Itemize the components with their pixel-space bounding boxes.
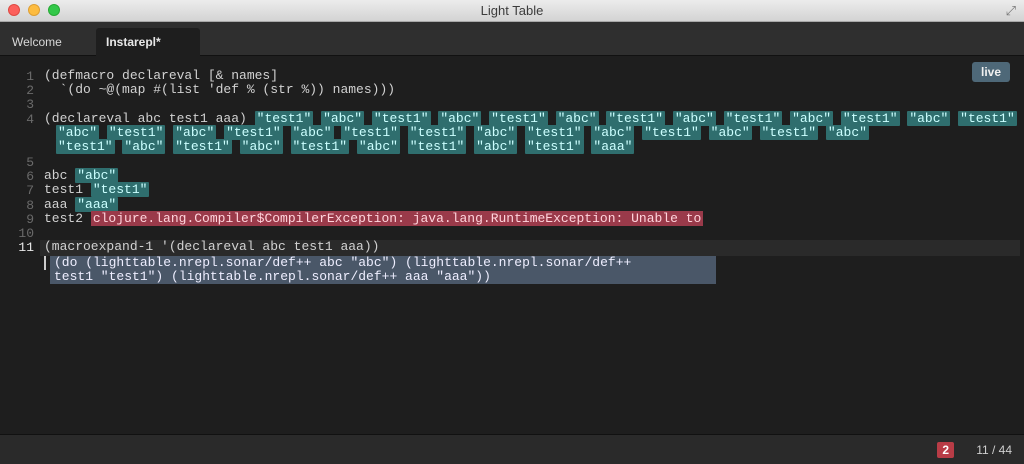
inline-result: "test1" xyxy=(489,111,548,126)
code-text: (declareval abc test1 aaa) xyxy=(44,111,247,126)
inline-result: "test1" xyxy=(759,125,819,140)
inline-result: "abc" xyxy=(438,111,482,126)
code-line-2: `(do ~@(map #(list 'def % (str %)) names… xyxy=(44,82,396,97)
code-line-9: test2 clojure.lang.Compiler$CompilerExce… xyxy=(44,211,704,226)
line-number: 10 xyxy=(18,226,34,241)
live-toggle-button[interactable]: live xyxy=(971,62,1010,82)
line-number: 5 xyxy=(26,155,34,170)
line-number: 3 xyxy=(26,97,34,112)
inline-result: "test1" xyxy=(642,125,701,140)
expansion-line: test1 "test1") (lighttable.nrepl.sonar/d… xyxy=(54,269,491,284)
inline-result: "abc" xyxy=(555,111,599,126)
inline-result: "abc" xyxy=(239,139,283,154)
code-line-11: (macroexpand-1 '(declareval abc test1 aa… xyxy=(44,239,380,254)
line-number-active: 11 xyxy=(18,240,34,255)
inline-result: "test1" xyxy=(407,125,467,140)
inline-result: "abc" xyxy=(474,125,518,140)
inline-result: "test1" xyxy=(407,139,467,154)
inline-result: "test1" xyxy=(525,125,584,140)
expansion-line: (do (lighttable.nrepl.sonar/def++ abc "a… xyxy=(54,255,632,270)
cursor-position: 11 / 44 xyxy=(976,443,1012,457)
inline-result: "test1" xyxy=(606,111,666,126)
inline-result: "test1" xyxy=(525,139,584,154)
inline-result: "abc" xyxy=(122,139,166,154)
line-number: 4 xyxy=(26,112,34,127)
inline-result: "abc" xyxy=(907,111,951,126)
inline-result: "abc" xyxy=(825,125,869,140)
inline-result: "abc" xyxy=(356,139,400,154)
inline-result: "test1" xyxy=(173,139,232,154)
fullscreen-icon[interactable]: ⤢ xyxy=(1006,3,1016,19)
inline-result: "abc" xyxy=(708,125,752,140)
tab-bar: Welcome Instarepl* xyxy=(0,22,1024,56)
inline-result: "abc" xyxy=(56,125,100,140)
inline-result: "test1" xyxy=(254,111,314,126)
tab-instarepl[interactable]: Instarepl* xyxy=(96,28,200,56)
inline-result: "aaa" xyxy=(591,139,635,154)
inline-result: "test1" xyxy=(723,111,783,126)
inline-result: "abc" xyxy=(672,111,716,126)
window-title: Light Table xyxy=(480,3,544,18)
inline-result: "abc" xyxy=(474,139,518,154)
inline-result: "test1" xyxy=(840,111,900,126)
text-cursor xyxy=(44,256,46,270)
tab-welcome[interactable]: Welcome xyxy=(2,28,72,56)
inline-result: "abc" xyxy=(290,125,334,140)
line-number: 9 xyxy=(26,212,34,227)
inline-result: "abc" xyxy=(321,111,365,126)
title-bar: Light Table ⤢ xyxy=(0,0,1024,22)
macroexpand-result[interactable]: (do (lighttable.nrepl.sonar/def++ abc "a… xyxy=(50,256,716,284)
code-text: test1 xyxy=(44,182,84,197)
inline-error[interactable]: clojure.lang.Compiler$CompilerException:… xyxy=(90,211,704,226)
code-editor[interactable]: live 1 2 3 4 5 6 7 8 9 10 11 (defmacro d… xyxy=(0,56,1024,434)
code-line-7: test1 "test1" xyxy=(44,182,150,197)
inline-result: "abc" xyxy=(790,111,834,126)
inline-results: "test1" "abc" "test1" "abc" "test1" "abc… xyxy=(254,111,1017,126)
line-number: 6 xyxy=(26,169,34,184)
inline-result: "test1" xyxy=(371,111,431,126)
inline-result: "test1" xyxy=(90,182,150,197)
code-text: abc xyxy=(44,168,68,183)
inline-result: "abc" xyxy=(591,125,635,140)
line-number: 2 xyxy=(26,83,34,98)
inline-result: "test1" xyxy=(224,125,283,140)
line-number: 7 xyxy=(26,183,34,198)
status-bar: 2 11 / 44 xyxy=(0,434,1024,464)
line-number: 8 xyxy=(26,198,34,213)
inline-result: "aaa" xyxy=(75,197,119,212)
inline-result: "test1" xyxy=(290,139,350,154)
inline-results-continued: "test1" "abc" "test1" "abc" "test1" "abc… xyxy=(56,139,635,154)
inline-result: "test1" xyxy=(56,139,115,154)
code-text: aaa xyxy=(44,197,68,212)
error-count-badge[interactable]: 2 xyxy=(937,442,954,458)
inline-result: "test1" xyxy=(341,125,400,140)
inline-result: "test1" xyxy=(106,125,166,140)
inline-result: "abc" xyxy=(75,168,119,183)
line-number: 1 xyxy=(26,69,34,84)
inline-result: "test1" xyxy=(958,111,1017,126)
inline-result: "abc" xyxy=(173,125,217,140)
code-text: test2 xyxy=(44,211,84,226)
